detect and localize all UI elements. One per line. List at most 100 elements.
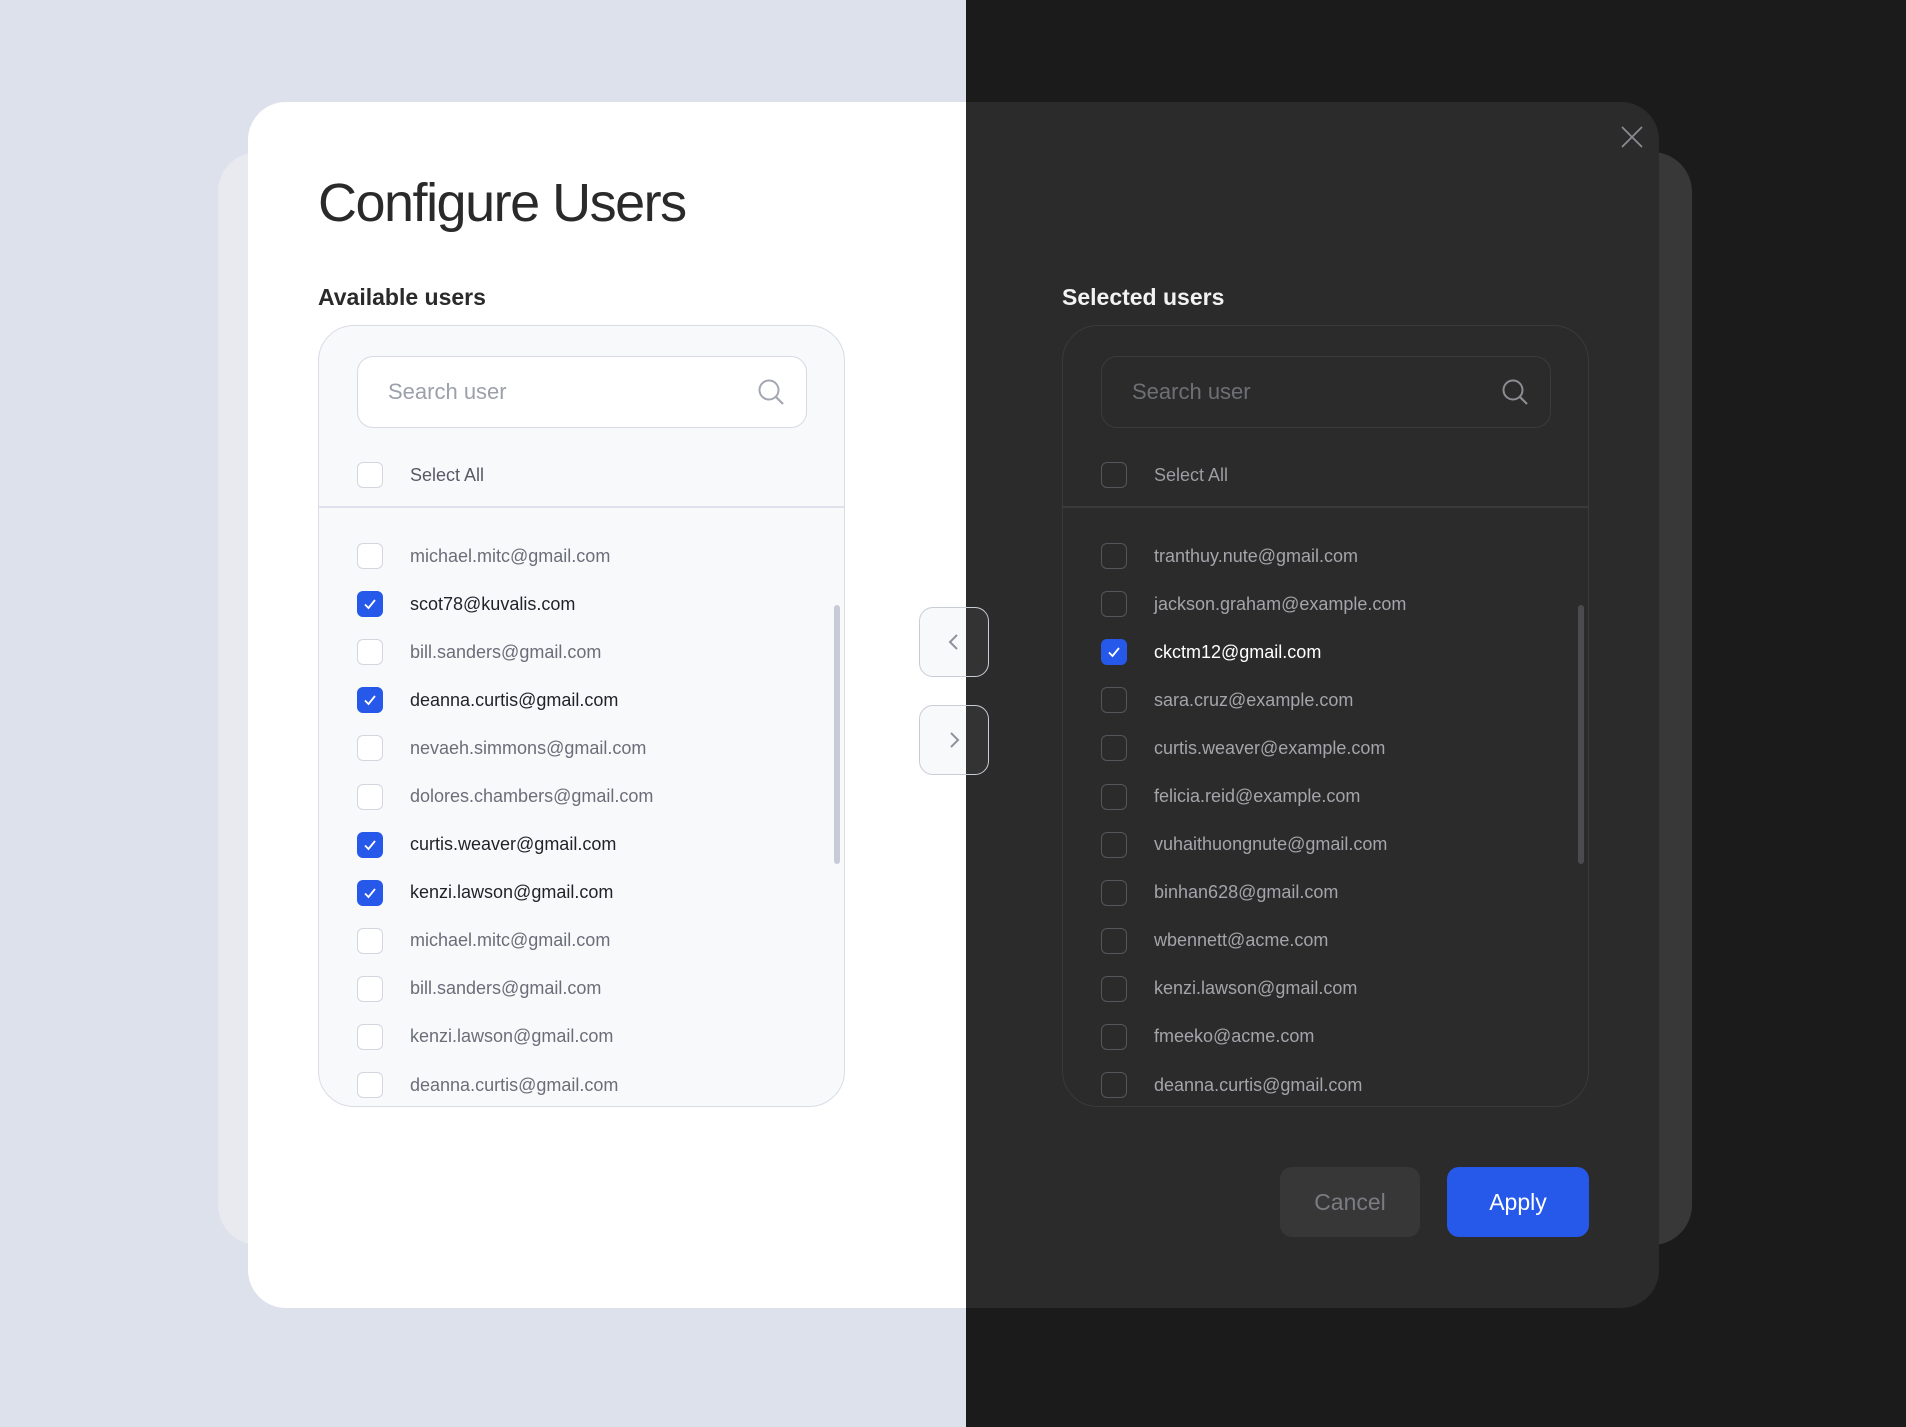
user-checkbox[interactable] [357, 927, 383, 954]
user-email: sara.cruz@example.com [1154, 689, 1354, 710]
user-row[interactable]: jackson.graham@example.com [1101, 580, 1406, 628]
user-row[interactable]: michael.mitc@gmail.com [357, 532, 653, 580]
user-row[interactable]: deanna.curtis@gmail.com [357, 1061, 653, 1106]
user-checkbox[interactable] [357, 1023, 383, 1050]
select-all-checkbox[interactable] [357, 462, 383, 488]
user-row[interactable]: ckctm12@gmail.com [1101, 628, 1406, 676]
user-row[interactable]: fmeeko@acme.com [1101, 1013, 1406, 1061]
user-row[interactable]: vuhaithuongnute@gmail.com [1101, 821, 1406, 869]
user-checkbox[interactable] [1101, 879, 1127, 906]
user-row[interactable]: deanna.curtis@gmail.com [1101, 1061, 1406, 1106]
divider [1063, 506, 1588, 508]
check-icon [364, 599, 376, 610]
user-email: michael.mitc@gmail.com [410, 545, 611, 566]
user-checkbox[interactable] [357, 543, 383, 570]
user-row[interactable]: sara.cruz@example.com [1101, 676, 1406, 724]
user-checkbox[interactable] [1101, 591, 1127, 618]
user-row[interactable]: nevaeh.simmons@gmail.com [357, 724, 653, 772]
user-row[interactable]: kenzi.lawson@gmail.com [1101, 965, 1406, 1013]
user-checkbox[interactable] [357, 975, 383, 1002]
move-right-button[interactable] [919, 705, 989, 775]
user-email: vuhaithuongnute@gmail.com [1154, 834, 1388, 855]
select-all-label: Select All [1154, 464, 1229, 485]
user-email: fmeeko@acme.com [1154, 1026, 1315, 1047]
dialog-title: Configure Users [318, 173, 687, 233]
select-all-available[interactable]: Select All [357, 462, 484, 488]
user-row[interactable]: curtis.weaver@gmail.com [357, 821, 653, 869]
user-email: wbennett@acme.com [1154, 930, 1329, 951]
user-checkbox[interactable] [1101, 1072, 1127, 1099]
divider [319, 506, 844, 508]
user-email: deanna.curtis@gmail.com [410, 689, 619, 710]
check-icon [364, 695, 376, 706]
user-email: curtis.weaver@gmail.com [410, 834, 617, 855]
user-checkbox[interactable] [1101, 927, 1127, 954]
check-icon [364, 840, 376, 850]
user-email: bill.sanders@gmail.com [410, 641, 602, 662]
user-row[interactable]: kenzi.lawson@gmail.com [357, 869, 653, 917]
user-row[interactable]: bill.sanders@gmail.com [357, 628, 653, 676]
select-all-selected[interactable]: Select All [1101, 462, 1228, 488]
user-email: scot78@kuvalis.com [410, 593, 576, 614]
selected-users-heading: Selected users [1062, 284, 1225, 310]
user-checkbox[interactable] [357, 783, 383, 810]
user-checkbox[interactable] [1101, 1023, 1127, 1050]
scrollbar[interactable] [834, 605, 840, 864]
available-users-heading: Available users [318, 284, 486, 310]
user-checkbox[interactable] [1101, 831, 1127, 858]
user-email: jackson.graham@example.com [1154, 593, 1407, 614]
available-users-panel: Search user Select All michael.mitc@gmai… [318, 325, 845, 1107]
user-email: kenzi.lawson@gmail.com [1154, 978, 1358, 999]
user-checkbox[interactable] [1101, 639, 1127, 666]
user-checkbox[interactable] [1101, 543, 1127, 570]
user-row[interactable]: scot78@kuvalis.com [357, 580, 653, 628]
user-email: felicia.reid@example.com [1154, 786, 1361, 807]
user-row[interactable]: deanna.curtis@gmail.com [357, 676, 653, 724]
selected-search-input[interactable]: Search user [1101, 356, 1551, 428]
cancel-button[interactable]: Cancel [1280, 1167, 1420, 1237]
user-email: kenzi.lawson@gmail.com [410, 882, 614, 903]
user-checkbox[interactable] [1101, 975, 1127, 1002]
user-email: curtis.weaver@example.com [1154, 737, 1386, 758]
selected-users-list: tranthuy.nute@gmail.com jackson.graham@ex… [1101, 532, 1406, 1106]
user-checkbox[interactable] [357, 879, 383, 906]
user-checkbox[interactable] [357, 1072, 383, 1099]
user-email: tranthuy.nute@gmail.com [1154, 545, 1359, 566]
user-email: deanna.curtis@gmail.com [1154, 1074, 1363, 1095]
user-checkbox[interactable] [357, 687, 383, 714]
chevron-left-icon [948, 634, 958, 650]
user-row[interactable]: wbennett@acme.com [1101, 917, 1406, 965]
user-row[interactable]: curtis.weaver@example.com [1101, 724, 1406, 772]
user-checkbox[interactable] [1101, 735, 1127, 762]
close-icon[interactable] [1620, 125, 1644, 149]
user-row[interactable]: michael.mitc@gmail.com [357, 917, 653, 965]
user-email: dolores.chambers@gmail.com [410, 786, 654, 807]
user-checkbox[interactable] [357, 831, 383, 858]
user-checkbox[interactable] [357, 639, 383, 666]
user-email: bill.sanders@gmail.com [410, 978, 602, 999]
select-all-checkbox[interactable] [1101, 462, 1127, 488]
move-left-button[interactable] [919, 607, 989, 677]
user-email: kenzi.lawson@gmail.com [410, 1026, 614, 1047]
user-checkbox[interactable] [357, 591, 383, 618]
chevron-right-icon [950, 732, 960, 748]
user-row[interactable]: binhan628@gmail.com [1101, 869, 1406, 917]
scrollbar[interactable] [1578, 605, 1584, 864]
select-all-label: Select All [410, 464, 485, 485]
user-row[interactable]: felicia.reid@example.com [1101, 772, 1406, 820]
user-row[interactable]: kenzi.lawson@gmail.com [357, 1013, 653, 1061]
user-checkbox[interactable] [1101, 783, 1127, 810]
available-users-list: michael.mitc@gmail.com scot78@kuvalis.com… [357, 532, 653, 1106]
user-row[interactable]: tranthuy.nute@gmail.com [1101, 532, 1406, 580]
available-search-input[interactable]: Search user [357, 356, 807, 428]
user-checkbox[interactable] [357, 735, 383, 762]
check-icon [364, 888, 376, 899]
user-email: michael.mitc@gmail.com [410, 930, 611, 951]
search-icon[interactable] [1500, 377, 1530, 407]
apply-button[interactable]: Apply [1447, 1167, 1589, 1237]
search-icon[interactable] [756, 377, 786, 407]
user-email: nevaeh.simmons@gmail.com [410, 737, 647, 758]
user-row[interactable]: dolores.chambers@gmail.com [357, 772, 653, 820]
user-checkbox[interactable] [1101, 687, 1127, 714]
user-row[interactable]: bill.sanders@gmail.com [357, 965, 653, 1013]
